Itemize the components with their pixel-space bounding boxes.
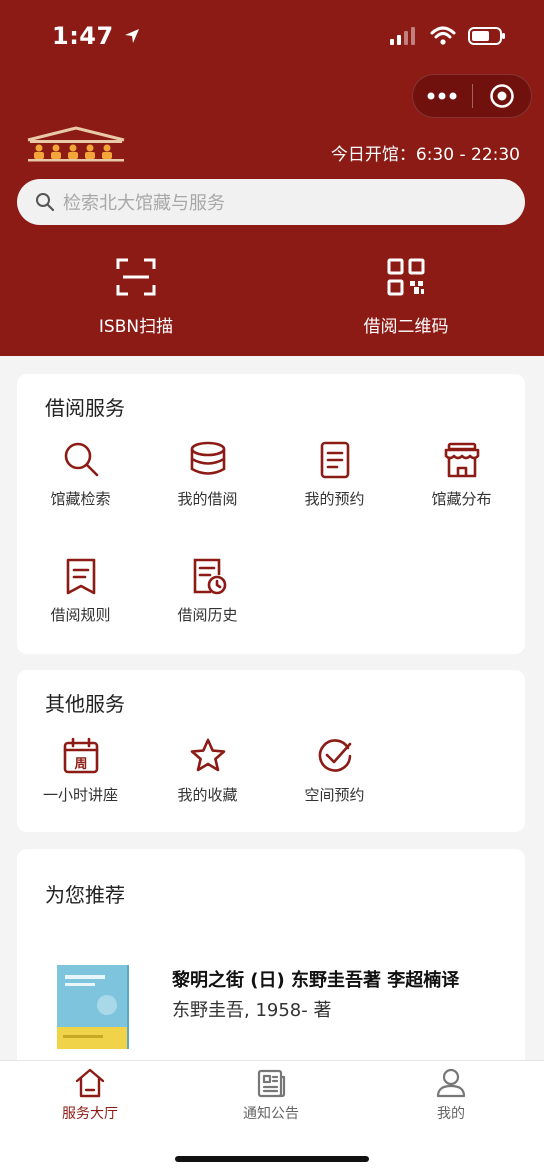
search-placeholder: 检索北大馆藏与服务	[63, 193, 225, 214]
history-doc-icon	[193, 558, 226, 595]
user-icon	[436, 1068, 466, 1098]
close-miniprogram-button[interactable]	[472, 74, 531, 118]
search-input[interactable]: 检索北大馆藏与服务	[17, 179, 525, 225]
tab-label: 我的	[437, 1106, 465, 1122]
home-icon	[75, 1068, 105, 1098]
service-label: 一小时讲座	[42, 786, 118, 804]
miniprogram-capsule	[412, 74, 532, 118]
bookmark-icon	[66, 558, 95, 595]
time-text: 1:47	[52, 22, 114, 50]
service-label: 空间预约	[304, 786, 365, 804]
status-icons	[390, 26, 506, 46]
borrow-services-card: 借阅服务 馆藏检索 我的借阅 我的预约 馆藏分布 借阅规则 借阅历史	[17, 374, 525, 654]
calendar-icon: 周	[63, 737, 98, 774]
service-label: 借阅规则	[50, 606, 111, 624]
service-collection-search[interactable]: 馆藏检索	[17, 440, 144, 509]
qr-code-icon	[387, 258, 425, 296]
service-label: 我的预约	[304, 490, 365, 508]
header: 1:47 今日开馆：6:30 - 22:30 检索北大馆藏与服务 ISBN扫描 …	[0, 0, 544, 356]
book-author: 东野圭吾, 1958- 著	[172, 1000, 332, 1021]
library-logo-icon	[27, 126, 125, 162]
borrow-qrcode-label: 借阅二维码	[363, 317, 449, 337]
scan-icon	[116, 258, 156, 296]
battery-icon	[468, 27, 505, 45]
tab-notices[interactable]: 通知公告	[211, 1067, 331, 1123]
search-icon	[64, 442, 98, 477]
other-services-card: 其他服务 周 一小时讲座 我的收藏 空间预约	[17, 670, 525, 832]
check-circle-icon	[318, 739, 351, 772]
store-icon	[444, 442, 479, 478]
document-icon	[320, 441, 349, 479]
service-my-reservations[interactable]: 我的预约	[271, 440, 398, 509]
service-borrowing-rules[interactable]: 借阅规则	[17, 556, 144, 625]
borrow-services-title: 借阅服务	[45, 396, 125, 420]
status-bar: 1:47	[0, 20, 544, 52]
opening-hours: 今日开馆：6:30 - 22:30	[330, 145, 520, 165]
service-one-hour-lecture[interactable]: 周 一小时讲座	[17, 736, 144, 805]
isbn-scan-label: ISBN扫描	[98, 317, 174, 337]
service-label: 我的借阅	[177, 490, 238, 508]
books-stack-icon	[190, 441, 225, 475]
book-title[interactable]: 黎明之街 (日) 东野圭吾著 李超楠译	[172, 966, 459, 992]
service-borrowing-history[interactable]: 借阅历史	[144, 556, 271, 625]
service-label: 借阅历史	[177, 606, 238, 624]
status-time: 1:47	[52, 22, 141, 50]
tab-label: 通知公告	[243, 1106, 299, 1122]
location-arrow-icon	[124, 29, 139, 43]
calendar-week-text: 周	[74, 757, 87, 772]
service-space-reservation[interactable]: 空间预约	[271, 736, 398, 805]
service-label: 馆藏分布	[431, 490, 492, 508]
home-indicator[interactable]	[175, 1156, 369, 1162]
tab-mine[interactable]: 我的	[391, 1067, 511, 1123]
wifi-icon	[430, 26, 456, 45]
more-dots-icon	[427, 92, 457, 100]
service-my-borrowing[interactable]: 我的借阅	[144, 440, 271, 509]
service-label: 我的收藏	[177, 786, 238, 804]
isbn-scan-button[interactable]: ISBN扫描	[76, 258, 196, 337]
book-cover-image[interactable]	[57, 965, 129, 1049]
search-icon	[36, 193, 55, 212]
target-close-icon	[489, 84, 514, 108]
signal-icon	[390, 27, 415, 45]
tab-label: 服务大厅	[62, 1106, 118, 1122]
other-services-title: 其他服务	[45, 692, 125, 716]
star-icon	[190, 738, 225, 772]
service-collection-distribution[interactable]: 馆藏分布	[398, 440, 525, 509]
borrow-qrcode-button[interactable]: 借阅二维码	[346, 258, 466, 337]
app: 1:47 今日开馆：6:30 - 22:30 检索北大馆藏与服务 ISBN扫描 …	[0, 0, 544, 1175]
service-label: 馆藏检索	[50, 490, 111, 508]
newspaper-icon	[257, 1069, 286, 1098]
recommend-title: 为您推荐	[45, 883, 125, 907]
service-my-favorites[interactable]: 我的收藏	[144, 736, 271, 805]
tab-service-hall[interactable]: 服务大厅	[30, 1067, 150, 1123]
more-button[interactable]	[413, 74, 472, 118]
